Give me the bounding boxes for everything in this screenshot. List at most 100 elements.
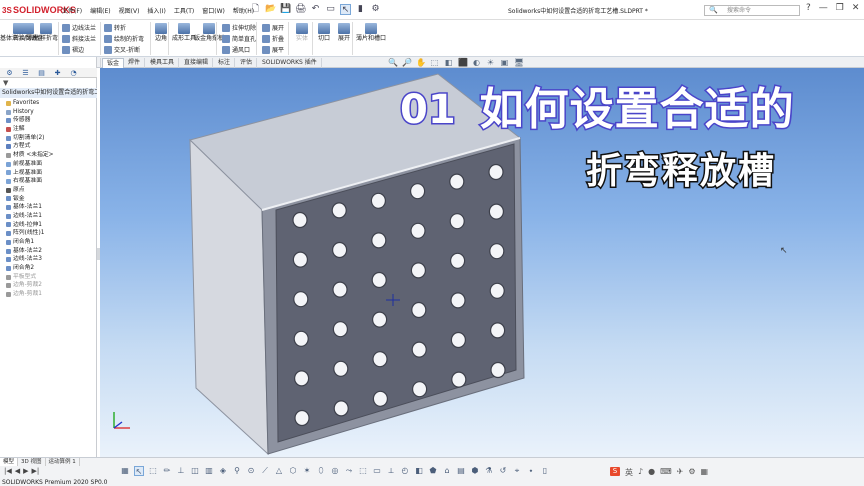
tree-item[interactable]: 闭合角2 [0, 264, 97, 273]
menu-item-4[interactable]: 工具(T) [174, 6, 194, 15]
bottom-tab-1[interactable]: 3D 视图 [18, 458, 46, 466]
tray-icon-1[interactable]: ♪ [638, 467, 643, 478]
tree-item[interactable]: 边线-法兰1 [0, 212, 97, 221]
bottom-tool-13[interactable]: ✶ [302, 466, 312, 476]
tree-item[interactable]: 前视基准面 [0, 160, 97, 169]
graphics-area[interactable]: 01 如何设置合适的 折弯释放槽 ↖ [100, 68, 864, 457]
sogou-ime-icon[interactable]: S [610, 467, 620, 476]
tree-item[interactable]: 边线-法兰3 [0, 255, 97, 264]
ribbon-small-button-4[interactable]: 绘制的折弯 [104, 34, 144, 43]
tab-nav-0[interactable]: |◀ [4, 467, 12, 475]
quick-icon-3[interactable]: 🖨 [295, 4, 306, 15]
tree-item[interactable]: 基体-法兰2 [0, 247, 97, 256]
bottom-tool-4[interactable]: ⊥ [176, 466, 186, 476]
bottom-tab-2[interactable]: 运动算例 1 [46, 458, 80, 466]
ribbon-small-button-5[interactable]: 交叉-折断 [104, 45, 140, 54]
tree-item[interactable]: 材质 <未指定> [0, 151, 97, 160]
ribbon-button-4[interactable]: 成形工具 [172, 23, 196, 42]
quick-icon-4[interactable]: ↶ [310, 4, 321, 15]
view-tool-8[interactable]: ▣ [500, 58, 509, 67]
bottom-tool-24[interactable]: ▤ [456, 466, 466, 476]
bottom-tool-12[interactable]: ⬡ [288, 466, 298, 476]
search-commands-input[interactable]: 🔍 搜索命令 [704, 5, 800, 16]
bottom-tab-0[interactable]: 模型 [0, 458, 19, 466]
ribbon-button-3[interactable]: 边角 [155, 23, 167, 42]
tree-item[interactable]: 闭合角1 [0, 238, 97, 247]
panel-tab-1[interactable]: ☰ [20, 69, 31, 77]
tab-nav-2[interactable]: ▶ [23, 467, 28, 475]
ribbon-small-button-0[interactable]: 边线法兰 [62, 23, 96, 32]
bottom-tool-29[interactable]: ⬩ [526, 466, 536, 476]
bottom-tool-19[interactable]: ⟂ [386, 466, 396, 476]
view-tool-9[interactable]: 🖥 [514, 58, 524, 67]
view-tool-5[interactable]: ⬛ [458, 58, 468, 67]
ribbon-small-button-7[interactable]: 简单直孔 [222, 34, 256, 43]
ribbon-small-button-1[interactable]: 斜接法兰 [62, 34, 96, 43]
tab-4[interactable]: 钣金 [102, 58, 125, 68]
bottom-tool-17[interactable]: ⬚ [358, 466, 368, 476]
tray-icon-3[interactable]: ⌨ [660, 467, 672, 478]
bottom-tool-30[interactable]: ▯ [540, 466, 550, 476]
bottom-tool-3[interactable]: ✏ [162, 466, 172, 476]
window-control-3[interactable]: ✕ [852, 3, 860, 13]
view-tool-1[interactable]: 🔎 [402, 58, 412, 67]
tree-item[interactable]: 切割清单(2) [0, 134, 97, 143]
ribbon-button-8[interactable]: 实体 [296, 23, 308, 42]
tray-icon-6[interactable]: ▦ [701, 467, 709, 478]
menu-item-2[interactable]: 视图(V) [119, 6, 140, 15]
bottom-tool-23[interactable]: ⌂ [442, 466, 452, 476]
tab-6[interactable]: 模具工具 [146, 58, 180, 68]
bottom-tool-25[interactable]: ⬢ [470, 466, 480, 476]
view-tool-0[interactable]: 🔍 [388, 58, 398, 67]
tree-item[interactable]: History [0, 108, 97, 117]
ribbon-small-button-11[interactable]: 展平 [262, 45, 284, 54]
tray-icon-2[interactable]: ● [648, 467, 655, 478]
bottom-tool-26[interactable]: ⚗ [484, 466, 494, 476]
tab-9[interactable]: 评估 [236, 58, 258, 68]
window-control-2[interactable]: ❐ [836, 3, 844, 13]
quick-icon-7[interactable]: ▮ [355, 4, 366, 15]
panel-tab-0[interactable]: ⚙ [4, 69, 15, 77]
tray-icon-5[interactable]: ⚙ [688, 467, 695, 478]
menu-item-5[interactable]: 窗口(W) [202, 6, 225, 15]
quick-icon-5[interactable]: ▭ [325, 4, 336, 15]
tree-item[interactable]: 传感器 [0, 116, 97, 125]
tab-8[interactable]: 标注 [214, 58, 236, 68]
ribbon-button-9[interactable]: 薄片和槽口 [356, 23, 386, 42]
ribbon-small-button-6[interactable]: 拉伸切除 [222, 23, 256, 32]
tree-item[interactable]: 方程式 [0, 142, 97, 151]
window-control-0[interactable]: ? [806, 3, 811, 13]
bottom-tool-22[interactable]: ⬟ [428, 466, 438, 476]
ribbon-small-button-9[interactable]: 展开 [262, 23, 284, 32]
view-tool-4[interactable]: ◧ [444, 58, 453, 67]
bottom-tool-27[interactable]: ↺ [498, 466, 508, 476]
ribbon-small-button-3[interactable]: 转折 [104, 23, 126, 32]
tree-item[interactable]: 注解 [0, 125, 97, 134]
tray-icon-0[interactable]: 英 [625, 467, 633, 478]
bottom-tool-16[interactable]: ⤳ [344, 466, 354, 476]
bottom-tool-8[interactable]: ⚲ [232, 466, 242, 476]
bottom-tool-0[interactable]: ▦ [120, 466, 130, 476]
filter-icon[interactable]: ▼ [0, 79, 97, 88]
bottom-tool-14[interactable]: ⬯ [316, 466, 326, 476]
tree-item[interactable]: 边角-剪裁2 [0, 281, 97, 290]
tab-5[interactable]: 焊件 [124, 58, 146, 68]
bottom-tool-18[interactable]: ▭ [372, 466, 382, 476]
quick-icon-6[interactable]: ↖ [340, 4, 351, 15]
tree-item[interactable]: 原点 [0, 186, 97, 195]
tree-item[interactable]: 边角-剪裁1 [0, 290, 97, 299]
bottom-tool-9[interactable]: ⊙ [246, 466, 256, 476]
ribbon-button-5[interactable]: 钣金角撑板 [194, 23, 224, 42]
quick-icon-2[interactable]: 💾 [280, 4, 291, 15]
menu-item-0[interactable]: 文件(F) [62, 6, 82, 15]
ribbon-button-7[interactable]: 展开 [338, 23, 350, 42]
bottom-tool-10[interactable]: ⟋ [260, 466, 270, 476]
panel-tab-4[interactable]: ◔ [68, 69, 79, 77]
bottom-tool-7[interactable]: ◈ [218, 466, 228, 476]
bottom-tool-1[interactable]: ↖ [134, 466, 144, 476]
tree-item[interactable]: 右视基准面 [0, 177, 97, 186]
tree-item[interactable]: 阵列(线性)1 [0, 229, 97, 238]
ribbon-small-button-10[interactable]: 折叠 [262, 34, 284, 43]
tree-item[interactable]: 边线-拉伸1 [0, 221, 97, 230]
ribbon-small-button-2[interactable]: 褶边 [62, 45, 84, 54]
